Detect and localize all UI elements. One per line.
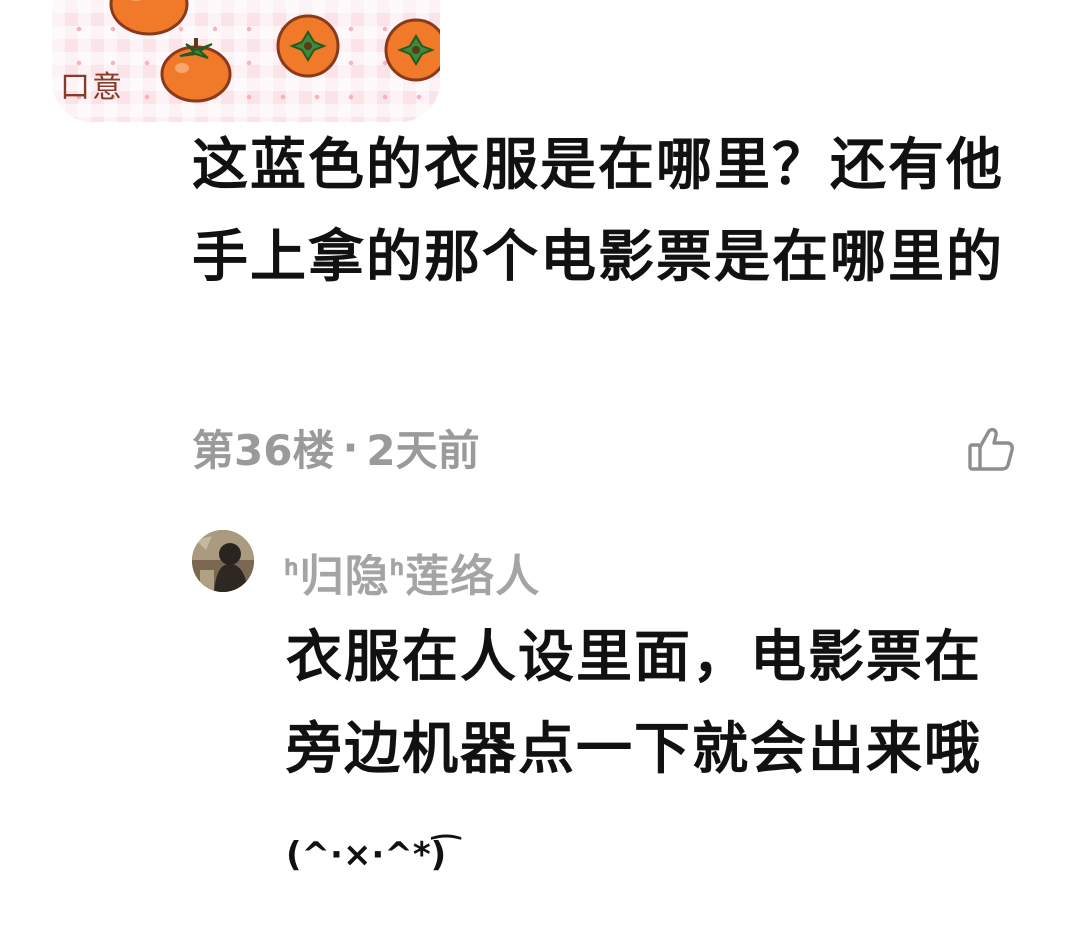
- persimmon-icon: [160, 38, 232, 103]
- thumbs-up-icon: [968, 427, 1014, 471]
- persimmon-icon: [384, 18, 440, 82]
- reply-text: 衣服在人设里面，电影票在旁边机器点一下就会出来哦 (^·×·^*)͡: [286, 612, 1026, 901]
- name-tag-sticker: 口意: [52, 0, 440, 122]
- floor-number: 第36楼: [192, 425, 335, 475]
- like-button[interactable]: [962, 420, 1020, 478]
- reply-username[interactable]: ᑋ归隐ᑋ莲络人: [284, 540, 540, 604]
- name-tag-text: 口意: [60, 70, 124, 105]
- avatar[interactable]: [192, 530, 254, 592]
- reply-emoticon: (^·×·^*)͡: [286, 835, 447, 875]
- persimmon-icon: [109, 0, 189, 36]
- reply-text-content: 衣服在人设里面，电影票在旁边机器点一下就会出来哦: [286, 625, 982, 782]
- comment-time: 2天前: [366, 425, 480, 475]
- persimmon-icon: [276, 14, 340, 78]
- comment-text: 这蓝色的衣服是在哪里？还有他手上拿的那个电影票是在哪里的: [192, 133, 1004, 290]
- comment-meta: 第36楼 · 2天前: [192, 416, 480, 478]
- meta-separator: ·: [342, 422, 359, 472]
